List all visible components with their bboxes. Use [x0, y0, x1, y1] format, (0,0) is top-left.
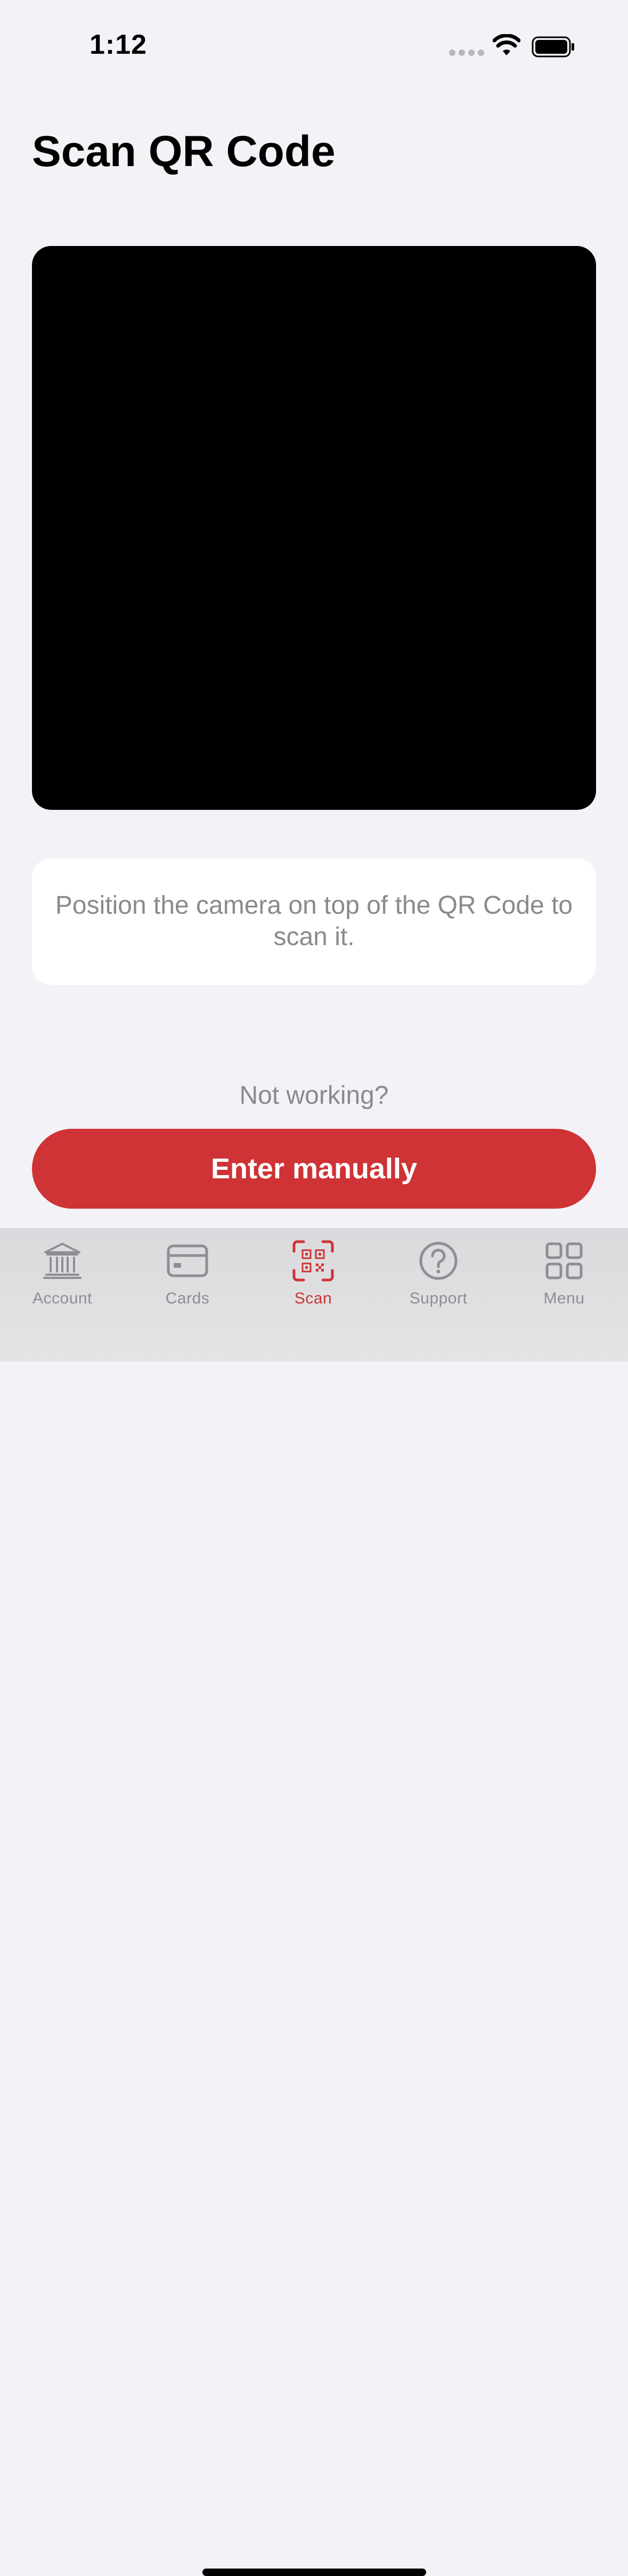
- card-icon: [167, 1244, 208, 1277]
- grid-icon: [545, 1242, 583, 1279]
- tab-support[interactable]: Support: [385, 1240, 492, 1319]
- tab-support-label: Support: [409, 1290, 468, 1307]
- tab-menu[interactable]: Menu: [511, 1240, 617, 1319]
- enter-manually-button[interactable]: Enter manually: [32, 1129, 596, 1209]
- battery-icon: [532, 36, 574, 58]
- tab-cards-label: Cards: [165, 1290, 210, 1307]
- status-bar: 1:12: [0, 0, 628, 85]
- tab-bar: Account Cards Scan Support Menu: [0, 1228, 628, 2576]
- tab-menu-label: Menu: [543, 1290, 585, 1307]
- instruction-card: Position the camera on top of the QR Cod…: [32, 858, 596, 985]
- tab-cards[interactable]: Cards: [134, 1240, 241, 1319]
- cellular-signal-icon: [449, 50, 484, 56]
- page-title: Scan QR Code: [32, 127, 336, 176]
- tab-account[interactable]: Account: [9, 1240, 116, 1319]
- camera-viewfinder[interactable]: [32, 246, 596, 810]
- tab-scan[interactable]: Scan: [260, 1240, 366, 1319]
- question-circle-icon: [419, 1242, 458, 1280]
- qr-scan-icon: [292, 1240, 334, 1282]
- wifi-icon: [493, 34, 520, 55]
- tab-scan-label: Scan: [294, 1290, 332, 1307]
- tab-account-label: Account: [32, 1290, 92, 1307]
- home-indicator[interactable]: [202, 2569, 426, 2576]
- instruction-text: Position the camera on top of the QR Cod…: [55, 891, 573, 951]
- not-working-label: Not working?: [239, 1081, 389, 1110]
- status-time: 1:12: [89, 29, 148, 60]
- bank-icon: [43, 1243, 81, 1279]
